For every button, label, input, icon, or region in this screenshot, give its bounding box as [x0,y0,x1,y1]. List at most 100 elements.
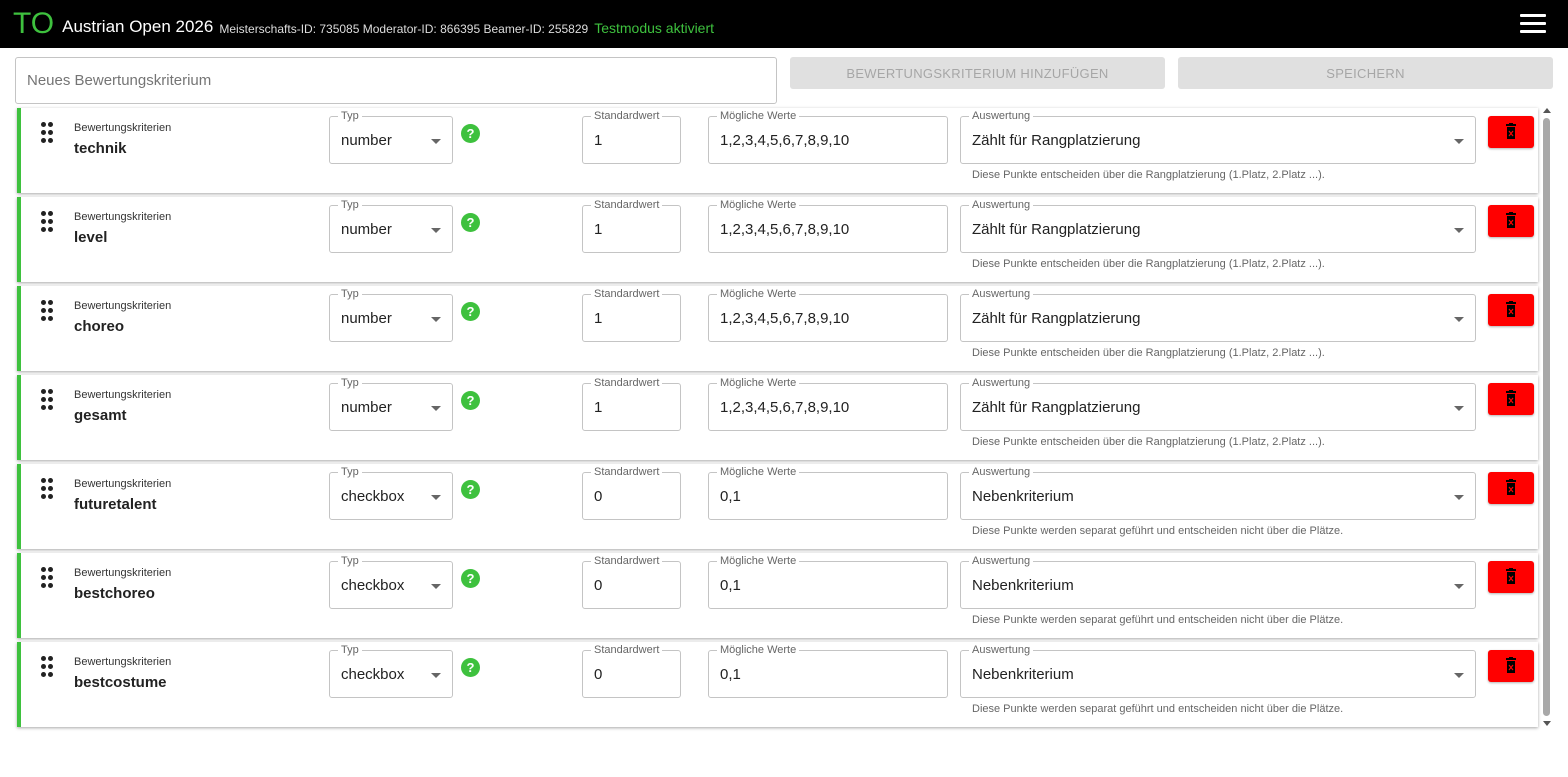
typ-select[interactable]: Typ number [329,109,453,164]
typ-value: checkbox [341,488,405,505]
drag-handle-icon[interactable] [41,656,55,678]
standardwert-field[interactable]: Standardwert 1 [582,198,681,253]
auswertung-label: Auswertung [969,465,1034,479]
help-icon[interactable]: ? [461,480,480,499]
auswertung-value: Nebenkriterium [972,577,1074,594]
delete-button[interactable] [1488,472,1534,504]
criterion-name: bestcostume [74,674,167,691]
auswertung-value: Zählt für Rangplatzierung [972,399,1141,416]
auswertung-value: Nebenkriterium [972,666,1074,683]
auswertung-hint: Diese Punkte entscheiden über die Rangpl… [972,258,1325,270]
drag-handle-icon[interactable] [41,567,55,589]
typ-label: Typ [338,465,362,479]
moegliche-werte-field[interactable]: Mögliche Werte 1,2,3,4,5,6,7,8,9,10 [708,287,948,342]
auswertung-select[interactable]: Auswertung Zählt für Rangplatzierung [960,198,1476,253]
auswertung-hint: Diese Punkte werden separat geführt und … [972,614,1344,626]
add-criterion-button[interactable]: BEWERTUNGSKRITERIUM HINZUFÜGEN [790,57,1165,89]
moegliche-werte-value: 1,2,3,4,5,6,7,8,9,10 [720,310,850,327]
standardwert-label: Standardwert [591,109,663,123]
moegliche-werte-field[interactable]: Mögliche Werte 1,2,3,4,5,6,7,8,9,10 [708,198,948,253]
auswertung-value: Zählt für Rangplatzierung [972,132,1141,149]
save-button[interactable]: SPEICHERN [1178,57,1553,89]
auswertung-select[interactable]: Auswertung Zählt für Rangplatzierung [960,376,1476,431]
standardwert-value: 1 [594,221,603,238]
typ-value: number [341,221,392,238]
standardwert-field[interactable]: Standardwert 1 [582,109,681,164]
moegliche-werte-field[interactable]: Mögliche Werte 0,1 [708,554,948,609]
auswertung-select[interactable]: Auswertung Zählt für Rangplatzierung [960,109,1476,164]
typ-value: checkbox [341,577,405,594]
help-icon[interactable]: ? [461,658,480,677]
drag-handle-icon[interactable] [41,300,55,322]
delete-button[interactable] [1488,116,1534,148]
delete-button[interactable] [1488,383,1534,415]
auswertung-label: Auswertung [969,376,1034,390]
standardwert-value: 1 [594,399,603,416]
auswertung-value: Zählt für Rangplatzierung [972,310,1141,327]
scrollbar[interactable] [1541,108,1553,726]
moegliche-werte-field[interactable]: Mögliche Werte 1,2,3,4,5,6,7,8,9,10 [708,109,948,164]
typ-select[interactable]: Typ checkbox [329,554,453,609]
standardwert-value: 0 [594,577,603,594]
delete-button[interactable] [1488,561,1534,593]
drag-handle-icon[interactable] [41,122,55,144]
scrollbar-thumb[interactable] [1543,118,1550,716]
help-icon[interactable]: ? [461,391,480,410]
help-icon[interactable]: ? [461,569,480,588]
caret-down-icon [1454,584,1464,589]
help-icon[interactable]: ? [461,213,480,232]
new-criterion-input[interactable] [15,57,777,104]
typ-select[interactable]: Typ checkbox [329,465,453,520]
typ-select[interactable]: Typ number [329,198,453,253]
typ-value: number [341,399,392,416]
moegliche-werte-field[interactable]: Mögliche Werte 0,1 [708,465,948,520]
scroll-down-icon[interactable] [1543,721,1551,726]
scroll-up-icon[interactable] [1543,108,1551,113]
caret-down-icon [431,139,441,144]
standardwert-label: Standardwert [591,376,663,390]
standardwert-field[interactable]: Standardwert 1 [582,287,681,342]
drag-handle-icon[interactable] [41,211,55,233]
delete-button[interactable] [1488,205,1534,237]
drag-handle-icon[interactable] [41,389,55,411]
moegliche-werte-label: Mögliche Werte [717,109,800,123]
moegliche-werte-label: Mögliche Werte [717,554,800,568]
moegliche-werte-field[interactable]: Mögliche Werte 0,1 [708,643,948,698]
caret-down-icon [1454,317,1464,322]
moegliche-werte-value: 0,1 [720,577,741,594]
top-bar: TO Austrian Open 2026 Meisterschafts-ID:… [0,0,1568,48]
criterion-caption: Bewertungskriterien [74,300,172,312]
standardwert-field[interactable]: Standardwert 0 [582,643,681,698]
delete-button[interactable] [1488,294,1534,326]
delete-button[interactable] [1488,650,1534,682]
trash-icon [1506,657,1516,673]
auswertung-select[interactable]: Auswertung Nebenkriterium [960,465,1476,520]
caret-down-icon [1454,406,1464,411]
criterion-row: Bewertungskriterien level Typ number ? S… [17,197,1538,282]
standardwert-value: 1 [594,132,603,149]
caret-down-icon [431,673,441,678]
typ-select[interactable]: Typ number [329,287,453,342]
moegliche-werte-value: 0,1 [720,488,741,505]
criterion-name: bestchoreo [74,585,155,602]
moegliche-werte-field[interactable]: Mögliche Werte 1,2,3,4,5,6,7,8,9,10 [708,376,948,431]
help-icon[interactable]: ? [461,124,480,143]
standardwert-field[interactable]: Standardwert 0 [582,554,681,609]
typ-label: Typ [338,198,362,212]
standardwert-field[interactable]: Standardwert 0 [582,465,681,520]
typ-select[interactable]: Typ checkbox [329,643,453,698]
moegliche-werte-label: Mögliche Werte [717,465,800,479]
typ-select[interactable]: Typ number [329,376,453,431]
drag-handle-icon[interactable] [41,478,55,500]
moegliche-werte-value: 1,2,3,4,5,6,7,8,9,10 [720,132,850,149]
trash-icon [1506,479,1516,495]
criterion-name: technik [74,140,127,157]
auswertung-select[interactable]: Auswertung Zählt für Rangplatzierung [960,287,1476,342]
standardwert-field[interactable]: Standardwert 1 [582,376,681,431]
hamburger-menu-icon[interactable] [1520,14,1546,34]
auswertung-select[interactable]: Auswertung Nebenkriterium [960,554,1476,609]
help-icon[interactable]: ? [461,302,480,321]
auswertung-select[interactable]: Auswertung Nebenkriterium [960,643,1476,698]
standardwert-value: 1 [594,310,603,327]
trash-icon [1506,212,1516,228]
